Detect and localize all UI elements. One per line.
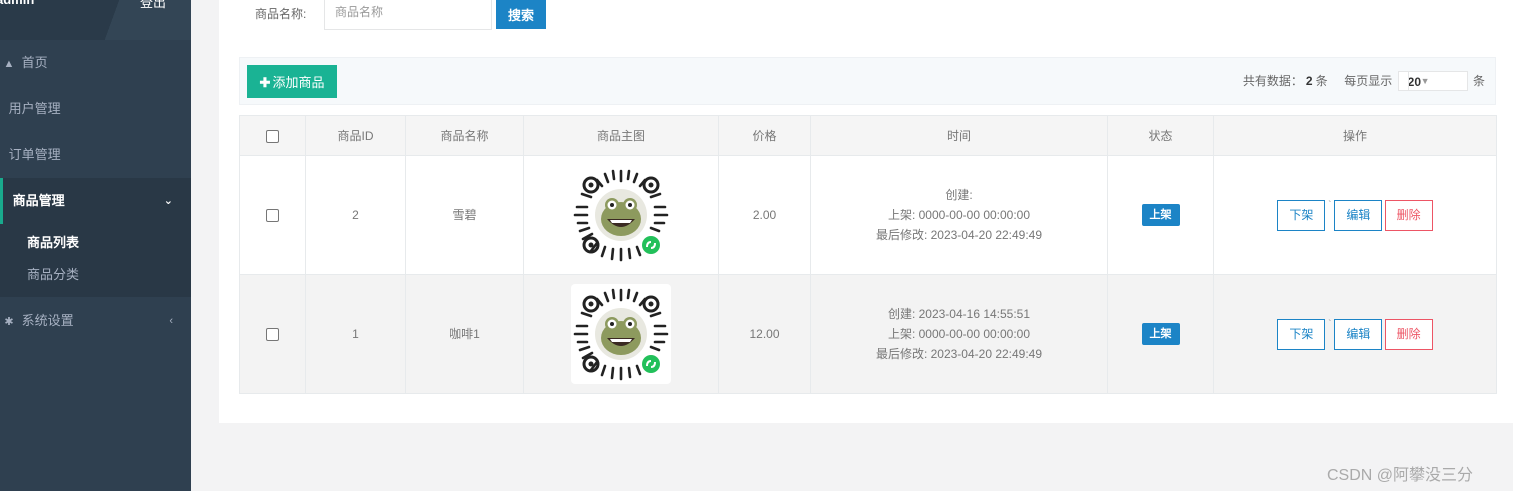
unlist-button[interactable]: 下架: [1277, 318, 1326, 350]
add-product-label: 添加商品: [272, 75, 325, 90]
product-name: 雪碧: [405, 155, 524, 275]
product-status-cell: 上架: [1107, 155, 1214, 275]
username: admin: [0, 0, 34, 7]
sidebar-item-products[interactable]: 商品管理 ⌄: [0, 178, 191, 224]
search-label: 商品名称:: [255, 7, 307, 21]
product-qr-image: [571, 165, 671, 265]
caret-down-icon: ▼: [1407, 72, 1442, 90]
sidebar-item-users[interactable]: 用户管理: [0, 86, 191, 132]
sidebar-item-label: 商品管理: [12, 193, 65, 208]
chevron-left-icon: ‹: [169, 315, 173, 327]
product-price: 2.00: [718, 155, 811, 275]
sidebar-item-label: 系统设置: [21, 313, 74, 328]
product-image-cell: [523, 274, 719, 394]
main-panel: 商品名称: 搜索 ✚添加商品 共有数据：2条 每页显示 20 ▼ 条 商品ID …: [219, 0, 1513, 423]
status-badge: 上架: [1141, 204, 1180, 226]
product-id: 1: [305, 274, 406, 394]
row-select-cell: [239, 155, 306, 275]
per-page-suffix: 条: [1472, 74, 1485, 89]
product-qr-image: [571, 284, 671, 384]
modified-time: 最后修改: 2023-04-20 22:49:49: [875, 347, 1043, 361]
column-header: 时间: [810, 115, 1108, 156]
delete-button[interactable]: 删除: [1384, 199, 1433, 231]
created-time: 创建:: [945, 188, 973, 202]
table-header-row: 商品ID 商品名称 商品主图 价格 时间 状态 操作: [239, 115, 1497, 156]
product-table: 商品ID 商品名称 商品主图 价格 时间 状态 操作 2 雪碧 2.00 创建:…: [239, 115, 1497, 394]
product-time-cell: 创建: 2023-04-16 14:55:51 上架: 0000-00-00 0…: [810, 274, 1108, 394]
product-time-cell: 创建: 上架: 0000-00-00 00:00:00 最后修改: 2023-0…: [810, 155, 1108, 275]
search-button[interactable]: 搜索: [496, 0, 546, 29]
product-actions-cell: 下架`编辑 删除: [1213, 155, 1497, 275]
sidebar: admin 登出 ▲ 首页 用户管理 订单管理 商品管理 ⌄ 商品列表 商品分类…: [0, 0, 191, 491]
column-header: 商品名称: [405, 115, 524, 156]
home-icon: ▲: [3, 58, 15, 70]
separator-tick: `: [1328, 199, 1332, 211]
row-select-cell: [239, 274, 306, 394]
column-header: 价格: [718, 115, 811, 156]
chevron-down-icon: ⌄: [163, 195, 173, 207]
total-prefix: 共有数据：: [1242, 74, 1303, 89]
sidebar-item-home[interactable]: ▲ 首页: [0, 40, 191, 86]
edit-button[interactable]: 编辑: [1334, 318, 1383, 350]
plus-icon: ✚: [259, 75, 271, 90]
delete-button[interactable]: 删除: [1384, 318, 1433, 350]
products-submenu: 商品列表 商品分类: [0, 224, 191, 297]
product-id: 2: [305, 155, 406, 275]
edit-button[interactable]: 编辑: [1334, 199, 1383, 231]
row-checkbox[interactable]: [266, 209, 279, 223]
gear-icon: ✱: [4, 316, 14, 328]
unlist-button[interactable]: 下架: [1277, 199, 1326, 231]
status-badge: 上架: [1141, 323, 1180, 345]
column-header: 状态: [1107, 115, 1214, 156]
total-suffix: 条: [1315, 74, 1328, 89]
listed-time: 上架: 0000-00-00 00:00:00: [887, 327, 1031, 341]
column-header: 商品ID: [305, 115, 406, 156]
search-input[interactable]: [324, 0, 492, 30]
listed-time: 上架: 0000-00-00 00:00:00: [887, 208, 1031, 222]
sidebar-subitem-product-category[interactable]: 商品分类: [27, 264, 79, 283]
table-toolbar: ✚ 添加商品 共有数据： 2 条 每页显示 20 ▼ 条: [239, 57, 1496, 105]
sidebar-header: admin 登出: [0, 0, 191, 40]
select-all-checkbox[interactable]: [266, 129, 279, 143]
sidebar-item-label: 用户管理: [8, 101, 61, 116]
modified-time: 最后修改: 2023-04-20 22:49:49: [875, 228, 1043, 242]
product-status-cell: 上架: [1107, 274, 1214, 394]
created-time: 创建: 2023-04-16 14:55:51: [887, 307, 1031, 321]
product-price: 12.00: [718, 274, 811, 394]
sidebar-item-orders[interactable]: 订单管理: [0, 132, 191, 178]
table-row: 1 咖啡1 12.00 创建: 2023-04-16 14:55:51 上架: …: [239, 274, 1497, 394]
sidebar-item-label: 订单管理: [8, 147, 61, 162]
sidebar-item-settings[interactable]: ✱ 系统设置 ‹: [0, 298, 191, 344]
per-page-prefix: 每页显示: [1344, 74, 1393, 89]
sidebar-subitem-product-list[interactable]: 商品列表: [27, 232, 79, 251]
page-size-select[interactable]: 20 ▼: [1397, 71, 1468, 91]
row-checkbox[interactable]: [266, 328, 279, 342]
product-image-cell: [523, 155, 719, 275]
add-product-button[interactable]: ✚ 添加商品: [247, 65, 337, 98]
table-row: 2 雪碧 2.00 创建: 上架: 0000-00-00 00:00:00 最后…: [239, 155, 1497, 275]
product-actions-cell: 下架`编辑 删除: [1213, 274, 1497, 394]
product-name: 咖啡1: [405, 274, 524, 394]
watermark: CSDN @阿攀没三分: [1327, 467, 1474, 484]
column-header: 商品主图: [523, 115, 719, 156]
sidebar-item-label: 首页: [21, 55, 48, 70]
pager-info: 共有数据： 2 条 每页显示 20 ▼ 条: [1242, 71, 1485, 92]
logout-link[interactable]: 登出: [140, 0, 166, 11]
total-count: 2: [1305, 74, 1313, 89]
separator-tick: `: [1328, 318, 1332, 330]
column-header: 操作: [1213, 115, 1497, 156]
header-select-all[interactable]: [239, 115, 306, 156]
